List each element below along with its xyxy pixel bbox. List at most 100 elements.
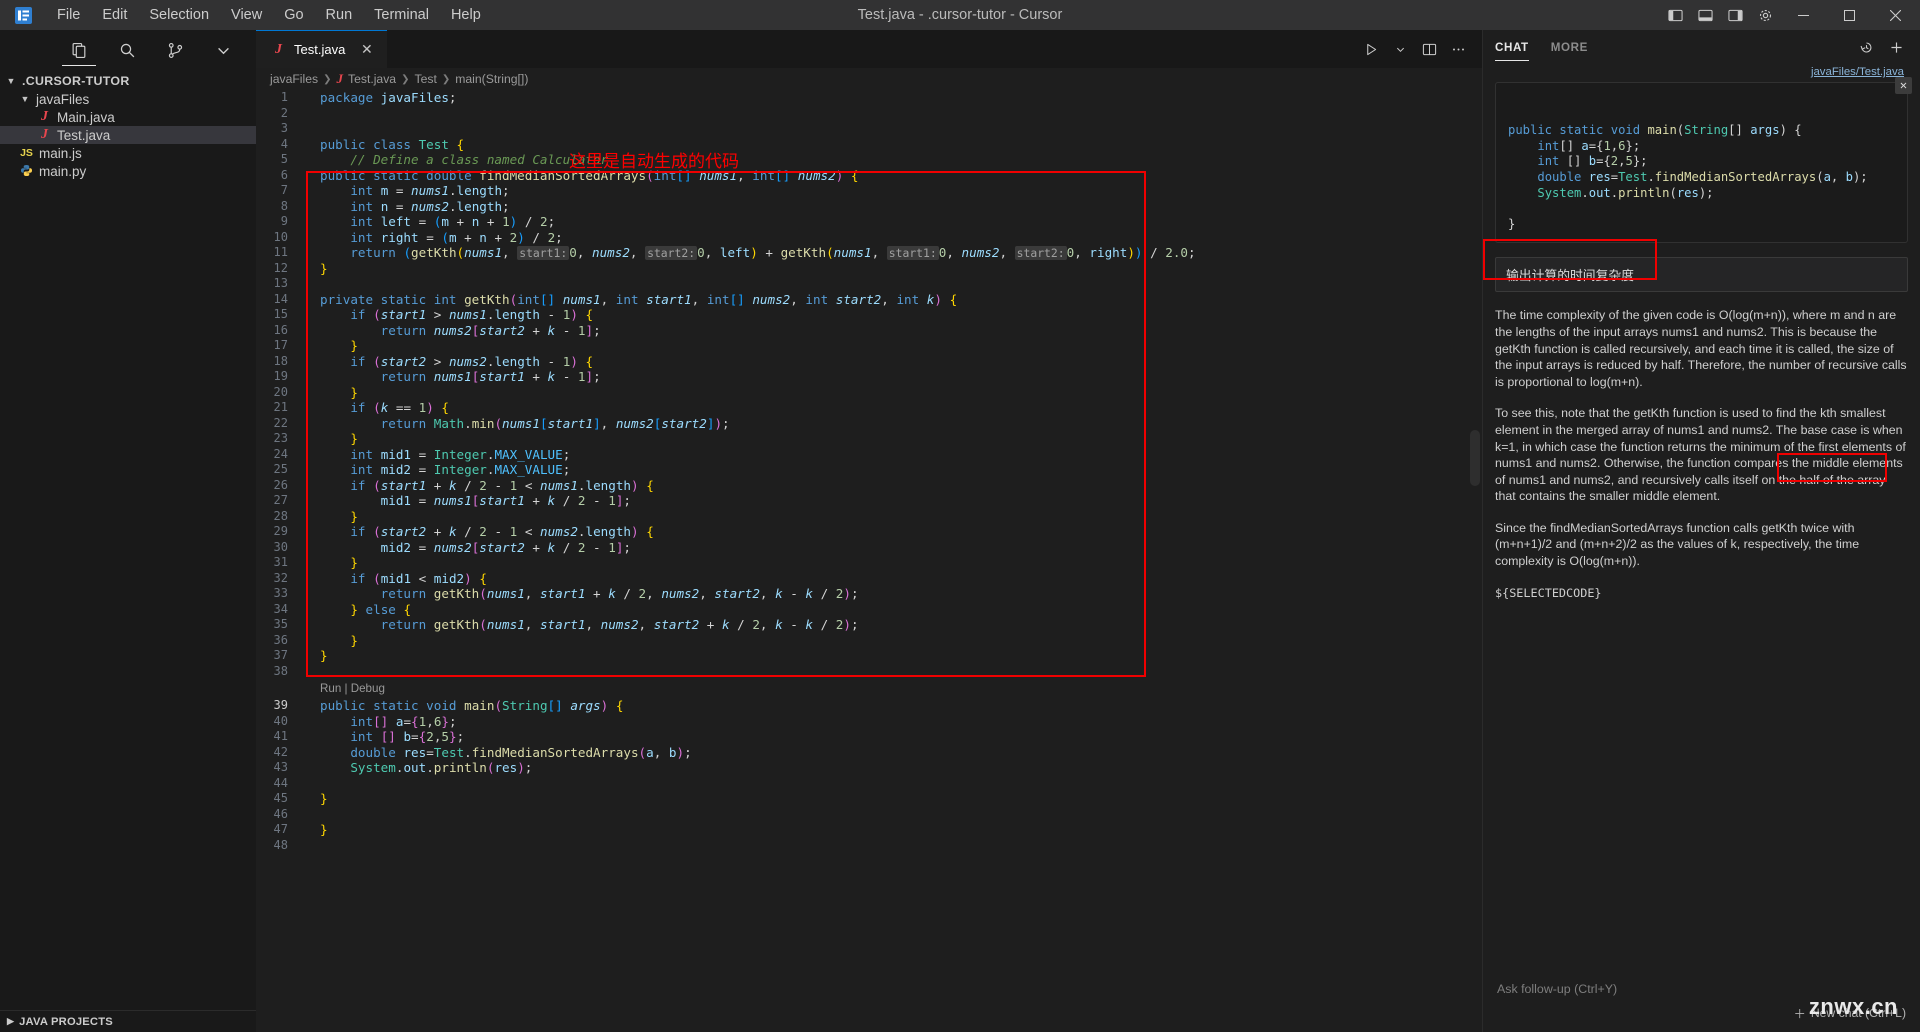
inlay-hint: start2: xyxy=(645,246,698,260)
java-projects-panel-header[interactable]: ▶ JAVA PROJECTS xyxy=(0,1010,256,1032)
toggle-panel-icon[interactable] xyxy=(1690,0,1720,30)
app-window: File Edit Selection View Go Run Terminal… xyxy=(0,0,1920,1032)
code-line: 46 xyxy=(273,806,288,821)
editor-vertical-scrollbar[interactable] xyxy=(1470,430,1480,486)
code-line: 7 int m = nums1.length; xyxy=(280,183,510,198)
code-line: 33 return getKth(nums1, start1 + k / 2, … xyxy=(273,586,859,601)
breadcrumb-test-java[interactable]: Test.java xyxy=(348,72,396,86)
chat-header: CHAT MORE xyxy=(1483,30,1920,64)
primary-sidebar: ▼ .CURSOR-TUTOR ▼ javaFiles J Main.java … xyxy=(0,30,256,1032)
code-line: 14 private static int getKth(int[] nums1,… xyxy=(273,291,958,307)
code-line: 20 } xyxy=(273,384,358,400)
annotation-label-generated-code: 这里是自动生成的代码 xyxy=(569,152,739,172)
code-line: 15 if (start1 > nums1.length - 1) { xyxy=(273,307,594,322)
run-options-chevron-down-icon[interactable] xyxy=(1387,36,1414,63)
code-line: 28 } xyxy=(273,508,358,524)
tree-item-label: Test.java xyxy=(57,127,111,143)
codelens-label[interactable]: Run | Debug xyxy=(320,681,385,697)
toggle-secondary-sidebar-icon[interactable] xyxy=(1720,0,1750,30)
code-line: 27 mid1 = nums1[start1 + k / 2 - 1]; xyxy=(273,493,631,508)
code-line: 19 return nums1[start1 + k - 1]; xyxy=(273,369,601,384)
split-editor-icon[interactable] xyxy=(1416,36,1443,63)
explorer-root-label: .CURSOR-TUTOR xyxy=(22,74,130,88)
code-line: 4 public class Test { xyxy=(280,136,465,152)
code-line: 25 int mid2 = Integer.MAX_VALUE; xyxy=(273,462,571,477)
window-close-button[interactable] xyxy=(1872,0,1918,30)
menu-edit[interactable]: Edit xyxy=(91,4,138,26)
history-icon[interactable] xyxy=(1854,35,1878,59)
code-line: 10 int right = (m + n + 2) / 2; xyxy=(273,229,563,245)
file-explorer-tree: ▼ .CURSOR-TUTOR ▼ javaFiles J Main.java … xyxy=(0,70,256,1010)
menu-file[interactable]: File xyxy=(46,4,91,26)
code-line: 38 xyxy=(273,663,288,678)
tab-more[interactable]: MORE xyxy=(1551,30,1588,64)
chevron-right-icon: ▶ xyxy=(7,1016,15,1026)
new-chat-plus-icon[interactable] xyxy=(1884,35,1908,59)
chat-conversation: javaFiles/Test.java ✕ public static void… xyxy=(1483,64,1920,970)
plus-icon: ＋ xyxy=(1793,1007,1806,1021)
close-icon[interactable]: ✕ xyxy=(1895,77,1912,94)
chevron-down-icon: ▼ xyxy=(20,94,30,104)
menu-go[interactable]: Go xyxy=(273,4,314,26)
toggle-primary-sidebar-icon[interactable] xyxy=(1660,0,1690,30)
code-scroll-container: 1 package javaFiles; 2 3 4 public class Te… xyxy=(256,90,1482,1032)
java-file-icon: J xyxy=(275,41,282,57)
code-line: 29 if (start2 + k / 2 - 1 < nums2.length… xyxy=(273,524,654,539)
breadcrumb-method-main[interactable]: main(String[]) xyxy=(455,72,528,86)
code-line: 22 return Math.min(nums1[start1], nums2[… xyxy=(273,415,730,431)
java-projects-label: JAVA PROJECTS xyxy=(19,1015,113,1028)
menu-help[interactable]: Help xyxy=(440,4,492,26)
window-minimize-button[interactable] xyxy=(1780,0,1826,30)
chat-panel: CHAT MORE javaFiles/Test.java ✕ public s… xyxy=(1482,30,1920,1032)
tree-item-javafiles[interactable]: ▼ javaFiles xyxy=(0,90,256,108)
tree-item-test-java[interactable]: J Test.java xyxy=(0,126,256,144)
code-editor[interactable]: 1 package javaFiles; 2 3 4 public class Te… xyxy=(256,90,1482,1032)
chevron-right-icon: ❯ xyxy=(323,73,332,85)
code-line: 31 } xyxy=(273,555,358,570)
search-icon[interactable] xyxy=(114,34,140,66)
breadcrumb-javafiles[interactable]: javaFiles xyxy=(270,72,318,86)
window-maximize-button[interactable] xyxy=(1826,0,1872,30)
menu-view[interactable]: View xyxy=(220,4,273,26)
code-line: 23 } xyxy=(273,431,358,446)
tree-item-main-js[interactable]: JS main.js xyxy=(0,144,256,162)
code-line: 2 xyxy=(280,105,288,120)
menu-selection[interactable]: Selection xyxy=(138,4,220,26)
code-line: 32 if (mid1 < mid2) { xyxy=(273,570,487,586)
tab-test-java[interactable]: J Test.java ✕ xyxy=(256,30,388,68)
chevron-down-icon: ▼ xyxy=(6,76,16,86)
menu-terminal[interactable]: Terminal xyxy=(363,4,440,26)
chat-file-reference[interactable]: javaFiles/Test.java xyxy=(1495,64,1908,82)
more-views-chevron-down-icon[interactable] xyxy=(210,34,236,66)
sidebar-toolbar xyxy=(0,30,256,70)
tree-item-main-py[interactable]: main.py xyxy=(0,162,256,180)
tree-item-main-java[interactable]: J Main.java xyxy=(0,108,256,126)
editor-actions xyxy=(1358,30,1482,68)
chat-header-actions xyxy=(1854,35,1908,59)
code-line: 37} xyxy=(273,648,328,663)
explorer-root-cursor-tutor[interactable]: ▼ .CURSOR-TUTOR xyxy=(0,72,256,90)
tab-chat[interactable]: CHAT xyxy=(1495,30,1529,64)
more-actions-icon[interactable] xyxy=(1445,36,1472,63)
java-file-icon: J xyxy=(41,127,48,142)
breadcrumb: javaFiles ❯ J Test.java ❯ Test ❯ main(St… xyxy=(256,68,1482,90)
code-line: 39 public static void main(String[] args)… xyxy=(273,698,624,713)
tab-close-icon[interactable]: ✕ xyxy=(358,41,375,58)
python-file-icon xyxy=(18,164,35,178)
source-control-icon[interactable] xyxy=(162,34,188,66)
breadcrumb-class-test[interactable]: Test xyxy=(414,72,436,86)
code-line: 42 double res=Test.findMedianSortedArray… xyxy=(273,744,692,760)
code-line: 43 System.out.println(res); xyxy=(273,760,533,775)
title-bar-actions xyxy=(1660,0,1920,30)
code-line: 30 mid2 = nums2[start2 + k / 2 - 1]; xyxy=(273,539,631,555)
menu-run[interactable]: Run xyxy=(315,4,364,26)
code-line: 12} xyxy=(273,260,328,276)
code-line: 3 xyxy=(280,121,288,135)
code-line: 13 xyxy=(273,276,288,290)
run-play-icon[interactable] xyxy=(1358,36,1385,63)
code-line: 1 package javaFiles; xyxy=(280,90,457,105)
settings-gear-icon[interactable] xyxy=(1750,0,1780,30)
codelens-run-debug[interactable]: Run | Debug xyxy=(256,679,1482,698)
tree-item-label: javaFiles xyxy=(36,91,90,107)
explorer-icon[interactable] xyxy=(62,34,96,66)
